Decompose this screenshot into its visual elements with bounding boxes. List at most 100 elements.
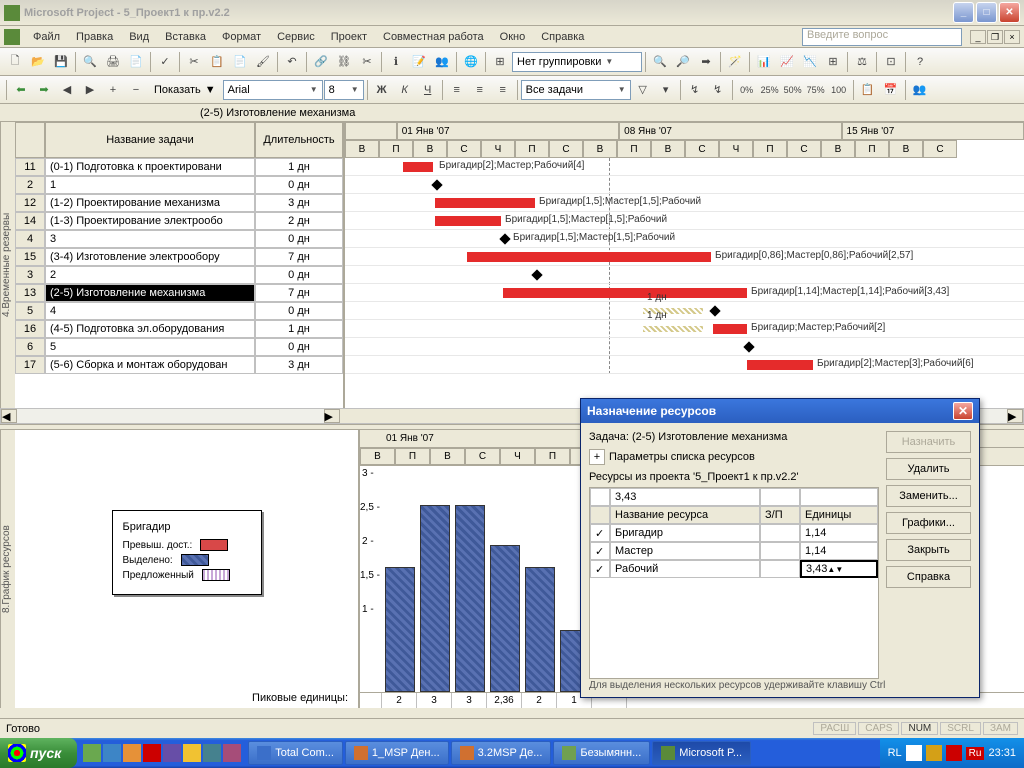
task-row[interactable]: 210 дн [15, 176, 343, 194]
undo-icon[interactable]: ↶ [281, 51, 303, 73]
pct0-icon[interactable]: 0% [736, 79, 758, 101]
ql-icon-6[interactable] [183, 744, 201, 762]
back-icon[interactable]: ⬅ [10, 79, 32, 101]
show-outline-icon[interactable]: + [102, 79, 124, 101]
print-icon[interactable]: 🖨 [102, 51, 124, 73]
th-units[interactable]: Единицы [800, 506, 878, 524]
task-row[interactable]: 17(5-6) Сборка и монтаж оборудован3 дн [15, 356, 343, 374]
copy-icon[interactable]: 📋 [206, 51, 228, 73]
task-row[interactable]: 540 дн [15, 302, 343, 320]
resource-row[interactable]: ✓Бригадир1,14 [590, 524, 878, 542]
ql-icon-4[interactable] [143, 744, 161, 762]
assign-icon[interactable]: 👥 [431, 51, 453, 73]
menu-service[interactable]: Сервис [270, 29, 322, 45]
ql-icon-1[interactable] [83, 744, 101, 762]
chart2-icon[interactable]: 📈 [776, 51, 798, 73]
font-combo[interactable]: Arial▼ [223, 80, 323, 100]
chart3-icon[interactable]: 📉 [799, 51, 821, 73]
help-icon[interactable]: ? [909, 51, 931, 73]
doc-minimize-button[interactable]: _ [970, 30, 986, 44]
menu-edit[interactable]: Правка [69, 29, 120, 45]
indent-icon[interactable]: ▶ [79, 79, 101, 101]
ql-icon-7[interactable] [203, 744, 221, 762]
wizard-icon[interactable]: 🪄 [724, 51, 746, 73]
start-button[interactable]: пуск [0, 738, 77, 768]
task-row[interactable]: 430 дн [15, 230, 343, 248]
assign-button[interactable]: Назначить [886, 431, 971, 453]
update-icon[interactable]: 📋 [857, 79, 879, 101]
minimize-button[interactable]: _ [953, 2, 974, 23]
task-row[interactable]: 650 дн [15, 338, 343, 356]
hide-outline-icon[interactable]: − [125, 79, 147, 101]
menu-view[interactable]: Вид [122, 29, 156, 45]
goto-icon[interactable]: ➡ [695, 51, 717, 73]
reschedule-icon[interactable]: 📅 [880, 79, 902, 101]
menu-collab[interactable]: Совместная работа [376, 29, 491, 45]
close-button[interactable]: ✕ [999, 2, 1020, 23]
resource-row[interactable]: ✓Рабочий3,43 ▲▼ [590, 560, 878, 578]
menu-format[interactable]: Формат [215, 29, 268, 45]
chart1-icon[interactable]: 📊 [753, 51, 775, 73]
link-icon[interactable]: 🔗 [310, 51, 332, 73]
zoom-in-icon[interactable]: 🔍 [649, 51, 671, 73]
info-icon[interactable]: ℹ [385, 51, 407, 73]
save-icon[interactable]: 💾 [50, 51, 72, 73]
dialog-close-btn[interactable]: Закрыть [886, 539, 971, 561]
replace-button[interactable]: Заменить... [886, 485, 971, 507]
pct100-icon[interactable]: 100 [828, 79, 850, 101]
paste-icon[interactable]: 📄 [229, 51, 251, 73]
pct75-icon[interactable]: 75% [805, 79, 827, 101]
taskbar-task[interactable]: Total Com... [248, 741, 343, 765]
ql-icon-5[interactable] [163, 744, 181, 762]
menu-project[interactable]: Проект [324, 29, 374, 45]
th-duration[interactable]: Длительность [255, 122, 343, 158]
side-tab-bottom[interactable]: 8.График ресурсов [0, 430, 15, 708]
fwd-icon[interactable]: ➡ [33, 79, 55, 101]
zoom-out-icon[interactable]: 🔎 [672, 51, 694, 73]
tray-icon-1[interactable] [906, 745, 922, 761]
format-painter-icon[interactable]: 🖌 [252, 51, 274, 73]
taskbar-task[interactable]: Microsoft P... [652, 741, 751, 765]
pct25-icon[interactable]: 25% [759, 79, 781, 101]
dialog-titlebar[interactable]: Назначение ресурсов ✕ [581, 399, 979, 423]
ql-icon-8[interactable] [223, 744, 241, 762]
lang-indicator-1[interactable]: RL [888, 747, 902, 759]
outdent-icon[interactable]: ◀ [56, 79, 78, 101]
doc-close-button[interactable]: × [1004, 30, 1020, 44]
italic-icon[interactable]: К [394, 79, 416, 101]
balance-icon[interactable]: ⚖ [851, 51, 873, 73]
task-row[interactable]: 11(0-1) Подготовка к проектировани1 дн [15, 158, 343, 176]
th-name[interactable]: Название задачи [45, 122, 255, 158]
align-center-icon[interactable]: ≡ [469, 79, 491, 101]
open-icon[interactable]: 📂 [27, 51, 49, 73]
collab-toolbar-icon[interactable]: 👥 [909, 79, 931, 101]
dialog-close-button[interactable]: ✕ [953, 402, 973, 420]
menu-file[interactable]: Файл [26, 29, 67, 45]
views-icon[interactable]: ⊞ [822, 51, 844, 73]
maximize-button[interactable]: □ [976, 2, 997, 23]
menu-help[interactable]: Справка [534, 29, 591, 45]
dropdown-icon[interactable]: ▾ [655, 79, 677, 101]
publish-icon[interactable]: 🌐 [460, 51, 482, 73]
th-resource-name[interactable]: Название ресурса [610, 506, 760, 524]
expand-button[interactable]: + [589, 449, 605, 465]
task-row[interactable]: 12(1-2) Проектирование механизма3 дн [15, 194, 343, 212]
clock[interactable]: 23:31 [988, 747, 1016, 759]
tray-icon-2[interactable] [926, 745, 942, 761]
side-tab-top[interactable]: 4.Временные резервы [0, 122, 15, 408]
align-right-icon[interactable]: ≡ [492, 79, 514, 101]
align-left-icon[interactable]: ≡ [446, 79, 468, 101]
remove-button[interactable]: Удалить [886, 458, 971, 480]
menu-insert[interactable]: Вставка [158, 29, 213, 45]
new-icon[interactable]: 🗋 [4, 51, 26, 73]
task-row[interactable]: 14(1-3) Проектирование электрообо2 дн [15, 212, 343, 230]
pct50-icon[interactable]: 50% [782, 79, 804, 101]
show-button[interactable]: Показать▼ [148, 79, 222, 101]
underline-icon[interactable]: Ч [417, 79, 439, 101]
gantt-chart[interactable]: 01 Янв '07 08 Янв '07 15 Янв '07 ВПВСЧПС… [345, 122, 1024, 408]
group-icon[interactable]: ⊞ [489, 51, 511, 73]
preview-icon[interactable]: 📄 [125, 51, 147, 73]
taskbar-task[interactable]: Безымянн... [553, 741, 650, 765]
taskbar-task[interactable]: 3.2MSP Де... [451, 741, 552, 765]
help-button[interactable]: Справка [886, 566, 971, 588]
